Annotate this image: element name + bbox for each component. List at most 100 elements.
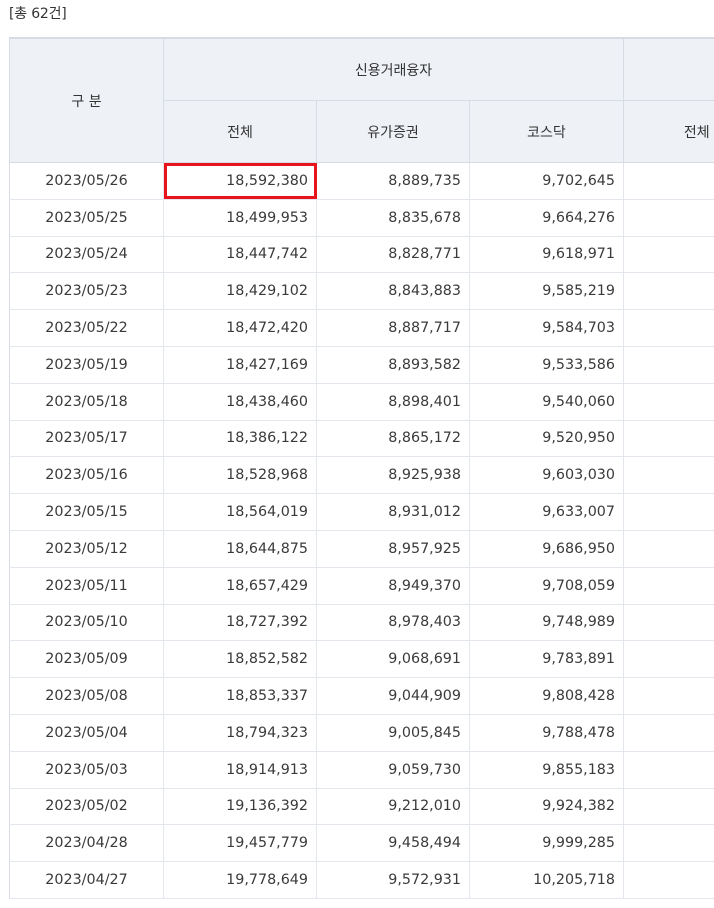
next-total-cell [624, 641, 714, 678]
kosdaq-cell: 9,540,060 [470, 383, 624, 420]
kosdaq-cell: 9,603,030 [470, 457, 624, 494]
total-cell: 18,429,102 [164, 273, 317, 310]
next-total-cell [624, 567, 714, 604]
date-cell: 2023/05/11 [10, 567, 164, 604]
table-row: 2023/05/1918,427,1698,893,5829,533,586 [10, 346, 714, 383]
kospi-cell: 8,898,401 [317, 383, 470, 420]
total-cell: 18,499,953 [164, 199, 317, 236]
total-cell: 18,438,460 [164, 383, 317, 420]
table-row: 2023/04/2819,457,7799,458,4949,999,285 [10, 825, 714, 862]
kosdaq-cell: 9,520,950 [470, 420, 624, 457]
next-total-cell [624, 678, 714, 715]
kosdaq-cell: 9,584,703 [470, 310, 624, 347]
total-cell: 18,794,323 [164, 714, 317, 751]
next-total-cell [624, 420, 714, 457]
table-row: 2023/05/0918,852,5829,068,6919,783,891 [10, 641, 714, 678]
date-cell: 2023/05/09 [10, 641, 164, 678]
kosdaq-cell: 9,585,219 [470, 273, 624, 310]
next-total-cell [624, 751, 714, 788]
kospi-cell: 9,212,010 [317, 788, 470, 825]
date-cell: 2023/04/27 [10, 862, 164, 899]
next-total-cell [624, 604, 714, 641]
subheader-total: 전체 [164, 101, 317, 163]
table-row: 2023/05/1618,528,9688,925,9389,603,030 [10, 457, 714, 494]
result-count: [총 62건] [9, 3, 67, 23]
total-cell: 18,853,337 [164, 678, 317, 715]
next-total-cell [624, 714, 714, 751]
subheader-kosdaq: 코스닥 [470, 101, 624, 163]
kosdaq-cell: 10,205,718 [470, 862, 624, 899]
kosdaq-cell: 9,924,382 [470, 788, 624, 825]
next-total-cell [624, 530, 714, 567]
kospi-cell: 8,949,370 [317, 567, 470, 604]
kosdaq-cell: 9,855,183 [470, 751, 624, 788]
total-cell: 19,457,779 [164, 825, 317, 862]
highlighted-total-cell: 18,592,380 [164, 163, 317, 200]
date-cell: 2023/04/28 [10, 825, 164, 862]
next-total-cell [624, 383, 714, 420]
table-row: 2023/05/1218,644,8758,957,9259,686,950 [10, 530, 714, 567]
date-cell: 2023/05/03 [10, 751, 164, 788]
kospi-cell: 8,925,938 [317, 457, 470, 494]
date-cell: 2023/05/04 [10, 714, 164, 751]
next-total-cell [624, 273, 714, 310]
date-cell: 2023/05/17 [10, 420, 164, 457]
total-cell: 18,564,019 [164, 494, 317, 531]
subheader-next-total: 전체 [624, 101, 714, 163]
kosdaq-cell: 9,708,059 [470, 567, 624, 604]
date-cell: 2023/05/24 [10, 236, 164, 273]
date-cell: 2023/05/02 [10, 788, 164, 825]
date-cell: 2023/05/18 [10, 383, 164, 420]
kosdaq-cell: 9,748,989 [470, 604, 624, 641]
date-cell: 2023/05/12 [10, 530, 164, 567]
subheader-kospi: 유가증권 [317, 101, 470, 163]
kospi-cell: 9,005,845 [317, 714, 470, 751]
kosdaq-cell: 9,788,478 [470, 714, 624, 751]
kospi-cell: 9,059,730 [317, 751, 470, 788]
table-row: 2023/05/2518,499,9538,835,6789,664,276 [10, 199, 714, 236]
credit-balance-table: 구 분 신용거래융자 전체 유가증권 코스닥 전체 2023/05/2618,5… [9, 38, 714, 899]
table-row: 2023/05/1818,438,4608,898,4019,540,060 [10, 383, 714, 420]
date-cell: 2023/05/25 [10, 199, 164, 236]
table-row: 2023/05/0318,914,9139,059,7309,855,183 [10, 751, 714, 788]
next-total-cell [624, 862, 714, 899]
kosdaq-cell: 9,808,428 [470, 678, 624, 715]
table-body: 2023/05/2618,592,3808,889,7359,702,64520… [10, 163, 714, 899]
total-cell: 18,427,169 [164, 346, 317, 383]
total-cell: 19,778,649 [164, 862, 317, 899]
kosdaq-cell: 9,783,891 [470, 641, 624, 678]
kospi-cell: 8,931,012 [317, 494, 470, 531]
next-total-cell [624, 346, 714, 383]
total-cell: 18,914,913 [164, 751, 317, 788]
table-row: 2023/05/2618,592,3808,889,7359,702,645 [10, 163, 714, 200]
next-total-cell [624, 163, 714, 200]
table-row: 2023/05/0219,136,3929,212,0109,924,382 [10, 788, 714, 825]
total-cell: 18,447,742 [164, 236, 317, 273]
group-header-credit-loan: 신용거래융자 [164, 39, 624, 101]
data-table-container: 구 분 신용거래융자 전체 유가증권 코스닥 전체 2023/05/2618,5… [9, 37, 714, 908]
total-cell: 18,386,122 [164, 420, 317, 457]
kospi-cell: 8,835,678 [317, 199, 470, 236]
table-row: 2023/05/2418,447,7428,828,7719,618,971 [10, 236, 714, 273]
group-header-next [624, 39, 714, 101]
date-cell: 2023/05/22 [10, 310, 164, 347]
kosdaq-cell: 9,999,285 [470, 825, 624, 862]
kosdaq-cell: 9,702,645 [470, 163, 624, 200]
table-row: 2023/05/1718,386,1228,865,1729,520,950 [10, 420, 714, 457]
kospi-cell: 9,572,931 [317, 862, 470, 899]
table-row: 2023/05/2218,472,4208,887,7179,584,703 [10, 310, 714, 347]
kospi-cell: 8,889,735 [317, 163, 470, 200]
kospi-cell: 8,865,172 [317, 420, 470, 457]
kosdaq-cell: 9,664,276 [470, 199, 624, 236]
kospi-cell: 9,458,494 [317, 825, 470, 862]
next-total-cell [624, 825, 714, 862]
total-cell: 18,644,875 [164, 530, 317, 567]
date-cell: 2023/05/15 [10, 494, 164, 531]
kospi-cell: 8,893,582 [317, 346, 470, 383]
table-row: 2023/04/2719,778,6499,572,93110,205,718 [10, 862, 714, 899]
table-row: 2023/05/1518,564,0198,931,0129,633,007 [10, 494, 714, 531]
date-cell: 2023/05/26 [10, 163, 164, 200]
total-cell: 18,852,582 [164, 641, 317, 678]
kospi-cell: 8,843,883 [317, 273, 470, 310]
next-total-cell [624, 199, 714, 236]
